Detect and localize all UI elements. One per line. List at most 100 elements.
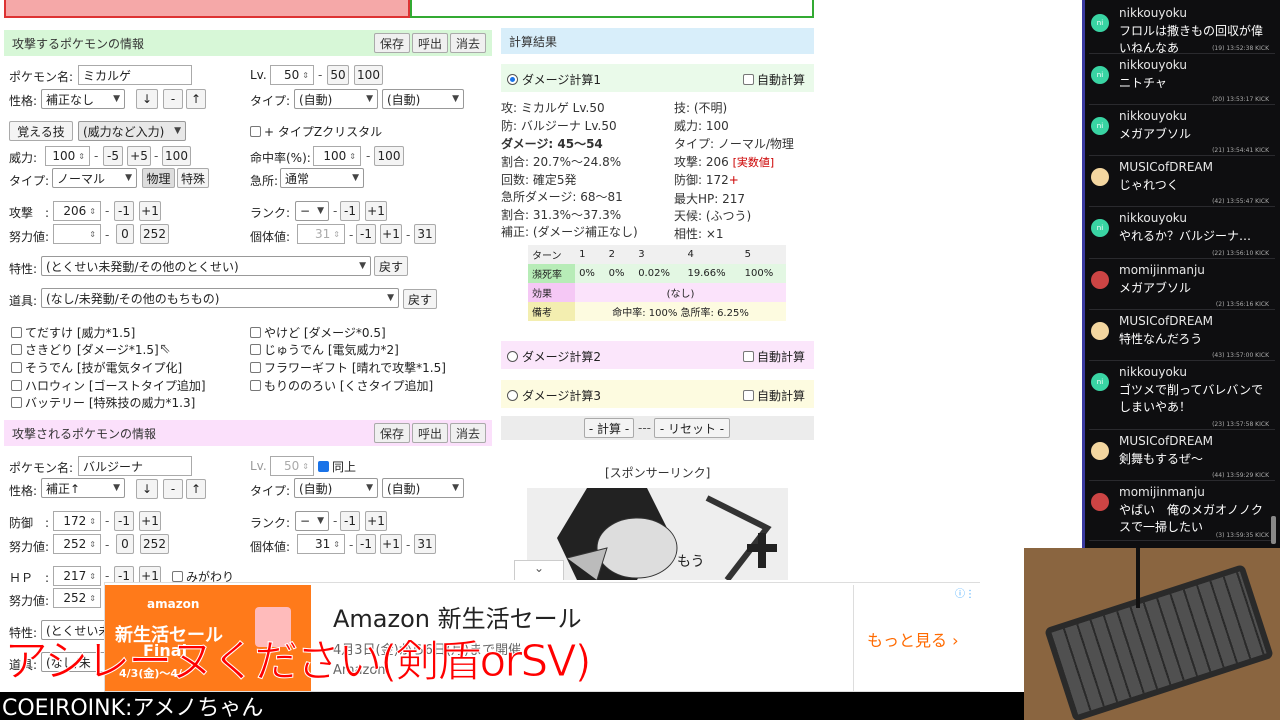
defender-ev-252-button[interactable]: 252 (140, 534, 169, 554)
ev-0-button[interactable]: 0 (116, 224, 134, 244)
accuracy-input[interactable]: 100 ⇕ (313, 146, 361, 166)
ability-select[interactable]: (とくせい未発動/その他のとくせい) ▼ (41, 256, 371, 276)
def-input[interactable]: 172 ⇕ (53, 511, 101, 531)
chat-meta: (22) 13:56:10 KICK (1212, 250, 1269, 257)
real-value-link[interactable]: [実数値] (733, 156, 775, 169)
result-maxhp: 最大HP: 217 (674, 192, 746, 206)
reset-button[interactable]: - リセット - (654, 418, 730, 438)
collapse-chevron-icon[interactable]: ⌄ (514, 560, 564, 580)
attacker-lv100-button[interactable]: 100 (354, 65, 383, 85)
attacker-type1-select[interactable]: (自動) ▼ (294, 89, 378, 109)
defender-ev-0-button[interactable]: 0 (116, 534, 134, 554)
calc2-radio[interactable]: ダメージ計算2 (507, 348, 601, 365)
calc-button[interactable]: - 計算 - (584, 418, 634, 438)
hp-ev-input[interactable]: 252 ⇕ (53, 588, 101, 608)
attacker-nature-up-button[interactable]: ↑ (186, 89, 206, 109)
ability-revert-button[interactable]: 戻す (374, 256, 408, 276)
attacker-clear-button[interactable]: 消去 (449, 33, 486, 53)
power-plus5-button[interactable]: +5 (127, 146, 151, 166)
special-button[interactable]: 特殊 (177, 168, 209, 188)
calc2-auto-checkbox[interactable]: 自動計算 (743, 348, 805, 365)
cable (1136, 548, 1140, 608)
atk-minus1-button[interactable]: -1 (114, 201, 134, 221)
check-forests-curse[interactable]: もりののろい [くさタイプ追加] (250, 377, 433, 394)
rank-minus1-button[interactable]: -1 (340, 201, 360, 221)
same-lv-checkbox[interactable]: 同上 (318, 458, 356, 475)
item-select[interactable]: (なし/未発動/その他のもちもの) ▼ (41, 288, 399, 308)
accuracy-100-button[interactable]: 100 (374, 146, 404, 166)
defender-nature-up-button[interactable]: ↑ (186, 479, 206, 499)
def-plus1-button[interactable]: +1 (139, 511, 161, 531)
iv-31-button[interactable]: 31 (414, 224, 436, 244)
defender-save-button[interactable]: 保存 (373, 423, 410, 443)
defender-rank-minus1-button[interactable]: -1 (340, 511, 360, 531)
attacker-name-input[interactable]: ミカルゲ (78, 65, 192, 85)
check-halloween[interactable]: ハロウィン [ゴーストタイプ追加] (11, 377, 206, 394)
calc3-auto-checkbox[interactable]: 自動計算 (743, 387, 805, 404)
move-type-select[interactable]: ノーマル ▼ (52, 168, 137, 188)
check-me-first[interactable]: さきどり [ダメージ*1.5] (11, 341, 159, 358)
attacker-load-button[interactable]: 呼出 (411, 33, 448, 53)
chat-username: nikkouyoku (1119, 211, 1187, 225)
iv-plus1-button[interactable]: +1 (380, 224, 402, 244)
attacker-nature-select[interactable]: 補正なし ▼ (41, 89, 125, 109)
defender-iv-plus1-button[interactable]: +1 (380, 534, 402, 554)
ev-input[interactable]: ⇕ (53, 224, 101, 244)
defender-nature-down-button[interactable]: ↓ (136, 479, 158, 499)
defender-ev-input[interactable]: 252 ⇕ (53, 534, 101, 554)
rank-plus1-button[interactable]: +1 (365, 201, 387, 221)
chat-message: MUSICofDREAM 剣舞もするぜ〜 (44) 13:59:29 KICK (1089, 430, 1275, 481)
learn-move-button[interactable]: 覚える技 (9, 121, 73, 141)
power-minus5-button[interactable]: -5 (103, 146, 123, 166)
chat-scrollbar[interactable] (1271, 516, 1276, 544)
calc1-radio[interactable]: ダメージ計算1 (507, 71, 601, 88)
attacker-lv-input[interactable]: 50 ⇕ (270, 65, 314, 85)
check-electrify[interactable]: そうでん [技が電気タイプ化] (11, 359, 182, 376)
atk-input[interactable]: 206 ⇕ (53, 201, 101, 221)
defender-nature-minus-button[interactable]: - (163, 479, 183, 499)
ad-cta-button[interactable]: もっと見る › (867, 627, 959, 651)
item-revert-button[interactable]: 戻す (403, 289, 437, 309)
attacker-nature-down-button[interactable]: ↓ (136, 89, 158, 109)
check-flower-gift[interactable]: フラワーギフト [晴れで攻撃*1.5] (250, 359, 446, 376)
power-input[interactable]: 100 ⇕ (45, 146, 90, 166)
tera-checkbox[interactable]: + タイプZクリスタル (250, 123, 382, 140)
ev-252-button[interactable]: 252 (140, 224, 169, 244)
defender-lv-input[interactable]: 50 ⇕ (270, 456, 314, 476)
defender-rank-plus1-button[interactable]: +1 (365, 511, 387, 531)
attacker-nature-minus-button[interactable]: - (163, 89, 183, 109)
defender-iv-minus1-button[interactable]: -1 (356, 534, 376, 554)
check-burn[interactable]: やけど [ダメージ*0.5] (250, 324, 386, 341)
attacker-save-button[interactable]: 保存 (373, 33, 410, 53)
iv-minus1-button[interactable]: -1 (356, 224, 376, 244)
calc3-radio[interactable]: ダメージ計算3 (507, 387, 601, 404)
hp-input[interactable]: 217 ⇕ (53, 566, 101, 586)
attacker-type2-select[interactable]: (自動) ▼ (382, 89, 464, 109)
defender-type1-select[interactable]: (自動) ▼ (294, 478, 378, 498)
power-100-button[interactable]: 100 (162, 146, 191, 166)
attacker-rank-select[interactable]: − ▼ (295, 201, 329, 221)
defender-iv-input[interactable]: 31 ⇕ (297, 534, 345, 554)
move-select[interactable]: (威力など入力) ▼ (78, 121, 186, 141)
atk-plus1-button[interactable]: +1 (139, 201, 161, 221)
defender-name-input[interactable]: バルジーナ (78, 456, 192, 476)
attacker-lv50-button[interactable]: 50 (327, 65, 349, 85)
check-battery[interactable]: バッテリー [特殊技の威力*1.3] (11, 394, 195, 411)
check-charge[interactable]: じゅうでん [電気威力*2] (250, 341, 399, 358)
defender-nature-select[interactable]: 補正↑ ▼ (41, 478, 125, 498)
defender-clear-button[interactable]: 消去 (449, 423, 486, 443)
physical-button[interactable]: 物理 (142, 168, 175, 188)
defender-iv-31-button[interactable]: 31 (414, 534, 436, 554)
turn-cell: 5 (744, 249, 751, 260)
calc1-auto-checkbox[interactable]: 自動計算 (743, 71, 805, 88)
iv-input[interactable]: 31 ⇕ (297, 224, 345, 244)
defender-type2-select[interactable]: (自動) ▼ (382, 478, 464, 498)
item-label: 道具: (9, 294, 38, 308)
crit-select[interactable]: 通常 ▼ (280, 168, 364, 188)
defender-load-button[interactable]: 呼出 (411, 423, 448, 443)
def-minus1-button[interactable]: -1 (114, 511, 134, 531)
adchoices-icon[interactable]: ⓘ⋮ (955, 585, 975, 600)
defender-rank-select[interactable]: − ▼ (295, 511, 329, 531)
check-helping-hand[interactable]: てだすけ [威力*1.5] (11, 324, 135, 341)
defender-iv-label: 個体値: (250, 540, 291, 554)
